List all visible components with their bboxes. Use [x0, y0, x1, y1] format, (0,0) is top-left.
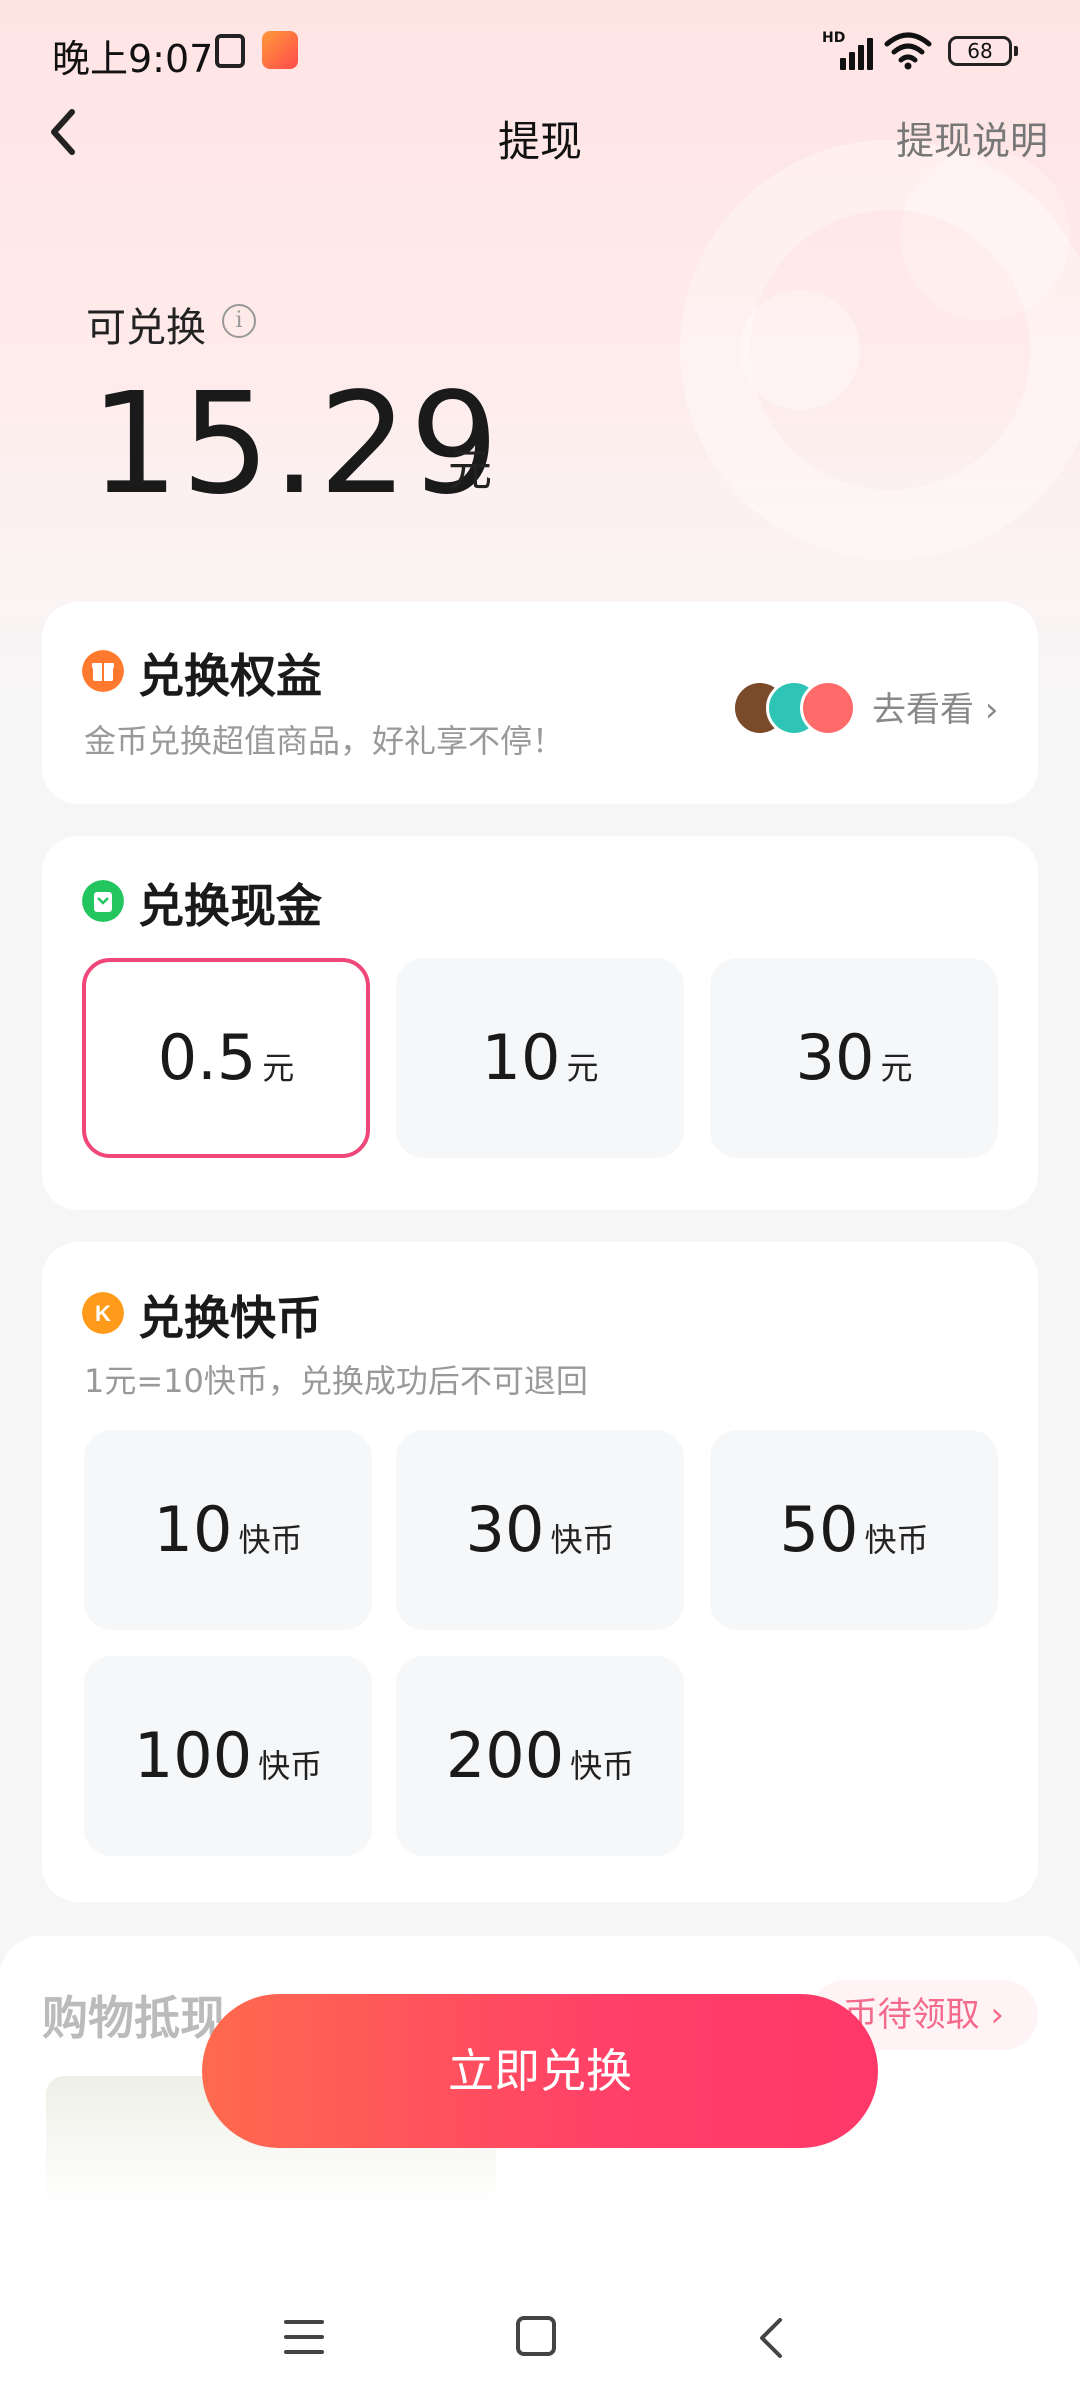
rights-subtitle: 金币兑换超值商品，好礼享不停！	[84, 722, 565, 760]
go-see-link[interactable]: 去看看 ›	[872, 682, 998, 731]
k-coin-icon: K	[82, 1292, 124, 1334]
signal-bar	[840, 58, 846, 70]
coin-option[interactable]: 100 快币	[84, 1656, 372, 1856]
cash-option-value: 10	[481, 1021, 561, 1094]
balance-unit: 元	[448, 445, 492, 496]
cash-option[interactable]: 0.5 元	[82, 958, 370, 1158]
status-bar: 晚上9:07 HD 68	[0, 0, 1080, 110]
coin-option-unit: 快币	[238, 1521, 303, 1559]
go-see-label: 去看看	[872, 690, 974, 730]
cash-option-unit: 元	[566, 1049, 599, 1087]
nfc-icon	[215, 34, 245, 68]
status-time: 晚上9:07	[52, 37, 214, 81]
coin-option-value: 100	[133, 1719, 253, 1792]
cash-option[interactable]: 10 元	[396, 958, 684, 1158]
cash-option-unit: 元	[262, 1049, 295, 1087]
coin-option-value: 30	[465, 1493, 545, 1566]
coin-title: 兑换快币	[138, 1291, 322, 1345]
coin-option-value: 200	[445, 1719, 565, 1792]
balance-label: 可兑换	[86, 305, 206, 351]
balance-amount: 15.29	[90, 363, 501, 526]
coin-option[interactable]: 200 快币	[396, 1656, 684, 1856]
chevron-right-icon: ›	[984, 690, 999, 730]
recent-apps-icon[interactable]	[284, 2320, 324, 2354]
coin-option-unit: 快币	[570, 1747, 635, 1785]
cash-title: 兑换现金	[138, 879, 322, 933]
coin-option-unit: 快币	[550, 1521, 615, 1559]
signal-bar	[867, 38, 873, 70]
signal-bar	[849, 52, 855, 70]
coin-option-unit: 快币	[258, 1747, 323, 1785]
decorative-dot	[740, 290, 860, 410]
signal-bar	[858, 45, 864, 70]
system-navigation-bar	[0, 2270, 1080, 2400]
rights-title: 兑换权益	[138, 649, 322, 703]
cell-signal-icon: HD	[822, 30, 874, 70]
app-notification-icon	[262, 31, 298, 69]
network-type-label: HD	[822, 30, 846, 46]
rights-avatars	[732, 680, 862, 736]
cash-option-value: 0.5	[157, 1021, 257, 1094]
coin-card: K 兑换快币 1元=10快币，兑换成功后不可退回 10 快币 30 快币 50 快币 …	[42, 1242, 1038, 1902]
home-icon[interactable]	[516, 2316, 556, 2356]
coin-option[interactable]: 30 快币	[396, 1430, 684, 1630]
coin-option-unit: 快币	[864, 1521, 929, 1559]
info-icon[interactable]: i	[222, 304, 256, 338]
withdraw-instructions-link[interactable]: 提现说明	[896, 110, 1048, 165]
decorative-blob	[900, 150, 1070, 320]
k-coin-letter: K	[95, 1301, 111, 1326]
cash-option-unit: 元	[880, 1049, 913, 1087]
coupon-icon	[800, 680, 856, 736]
coin-option[interactable]: 50 快币	[710, 1430, 998, 1630]
system-back-icon[interactable]	[752, 2314, 792, 2362]
battery-icon: 68	[948, 36, 1018, 66]
cash-option-value: 30	[795, 1021, 875, 1094]
exchange-now-button[interactable]: 立即兑换	[202, 1994, 878, 2148]
coin-option-value: 50	[779, 1493, 859, 1566]
rights-card[interactable]: 兑换权益 金币兑换超值商品，好礼享不停！ 去看看 ›	[42, 602, 1038, 804]
gift-icon	[82, 650, 124, 692]
cash-wallet-icon	[82, 880, 124, 922]
cash-card: 兑换现金 0.5 元 10 元 30 元	[42, 836, 1038, 1210]
shopping-title: 购物抵现	[42, 1991, 226, 2045]
cash-option[interactable]: 30 元	[710, 958, 998, 1158]
coin-subtitle: 1元=10快币，兑换成功后不可退回	[84, 1362, 588, 1400]
coin-option[interactable]: 10 快币	[84, 1430, 372, 1630]
battery-level: 68	[967, 39, 993, 63]
coin-option-value: 10	[153, 1493, 233, 1566]
wifi-icon	[884, 32, 932, 70]
